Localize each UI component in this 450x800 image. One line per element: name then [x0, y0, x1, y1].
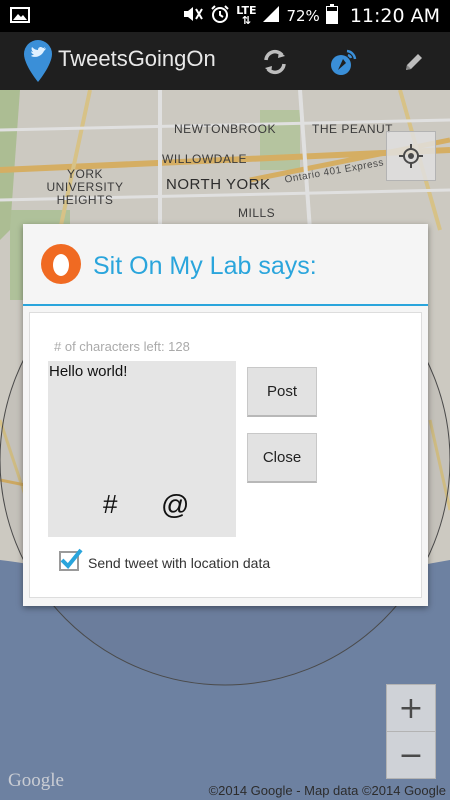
mention-button[interactable]: @: [161, 489, 189, 521]
checkmark-icon: [60, 548, 83, 569]
signal-icon: [262, 5, 280, 27]
dialog-body: # of characters left: 128 Hello world! #…: [29, 312, 422, 598]
location-broadcast-icon[interactable]: [324, 42, 364, 82]
network-type-label: LTE ⇅: [236, 4, 257, 27]
status-bar: LTE ⇅ 72% 11:20 AM: [0, 0, 450, 32]
location-checkbox-label[interactable]: Send tweet with location data: [88, 555, 270, 571]
tweet-text[interactable]: Hello world!: [49, 363, 127, 380]
characters-left-label: # of characters left: 128: [54, 339, 190, 354]
action-bar: TweetsGoingOn: [0, 32, 450, 90]
alarm-icon: [210, 4, 230, 28]
close-button[interactable]: Close: [247, 433, 317, 483]
hashtag-button[interactable]: #: [103, 489, 117, 520]
tweet-dialog: Sit On My Lab says: # of characters left…: [23, 224, 428, 606]
twitter-location-icon[interactable]: [23, 39, 53, 88]
dialog-title: Sit On My Lab says:: [93, 252, 317, 280]
location-checkbox[interactable]: [59, 548, 83, 571]
mute-icon: [182, 5, 204, 27]
dialog-header: Sit On My Lab says:: [23, 224, 428, 304]
dialog-divider: [23, 304, 428, 306]
clock: 11:20 AM: [349, 5, 440, 27]
app-title: TweetsGoingOn: [58, 46, 216, 71]
refresh-icon[interactable]: [255, 42, 295, 82]
tweet-input[interactable]: Hello world! # @: [48, 361, 236, 537]
gallery-notification-icon: [10, 7, 30, 23]
battery-percent: 72%: [286, 7, 320, 25]
app-logo-icon: [41, 244, 81, 289]
pencil-icon[interactable]: [394, 42, 434, 82]
battery-icon: [325, 4, 338, 28]
post-button[interactable]: Post: [247, 367, 317, 417]
